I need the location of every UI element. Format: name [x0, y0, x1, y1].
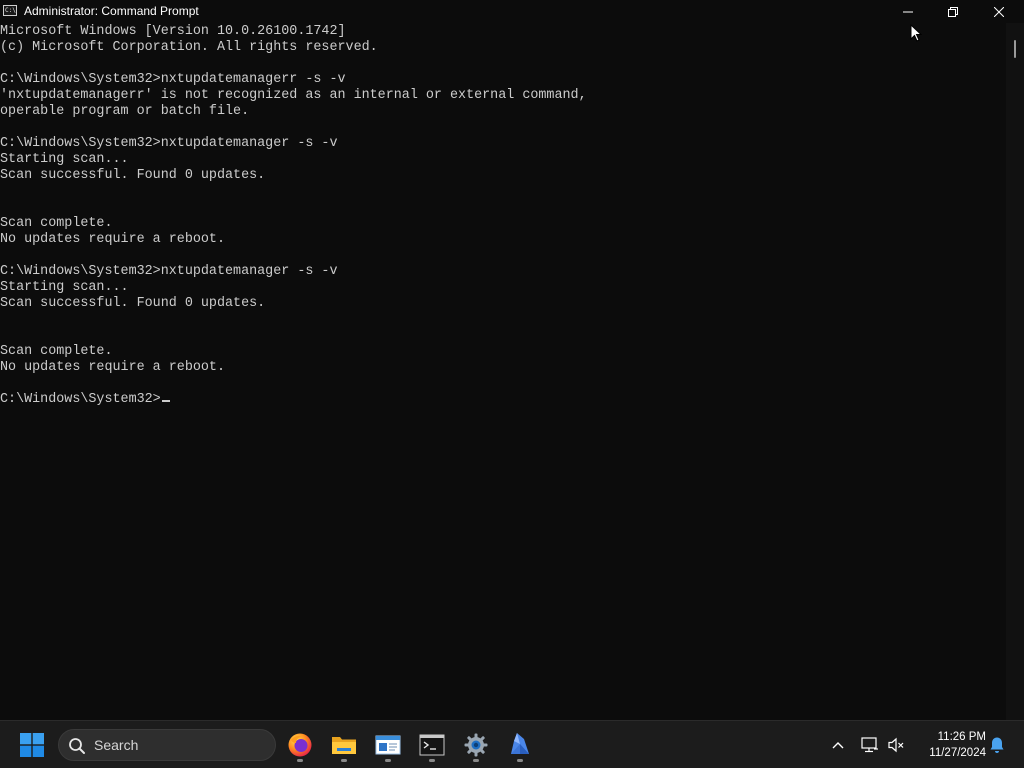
window-title: Administrator: Command Prompt: [24, 4, 199, 18]
scrollbar-thumb[interactable]: [1014, 40, 1016, 58]
close-icon: [993, 6, 1004, 17]
console-line: C:\Windows\System32>nxtupdatemanagerr -s…: [0, 72, 346, 87]
taskbar-command-prompt[interactable]: [412, 725, 452, 765]
console-line: No updates require a reboot.: [0, 360, 225, 375]
close-button[interactable]: [976, 0, 1021, 23]
clock-date: 11/27/2024: [929, 747, 986, 759]
taskbar-file-explorer[interactable]: [324, 725, 364, 765]
chevron-up-icon: [832, 742, 844, 749]
minimize-icon: [902, 11, 913, 12]
mouse-pointer-icon: [910, 23, 923, 47]
console-line: Scan successful. Found 0 updates.: [0, 168, 266, 183]
console-line: C:\Windows\System32>nxtupdatemanager -s …: [0, 136, 338, 151]
start-button[interactable]: [12, 725, 52, 765]
title-bar[interactable]: C:\ Administrator: Command Prompt: [0, 0, 1024, 23]
console-line: Scan complete.: [0, 344, 113, 359]
maximize-button[interactable]: [930, 0, 975, 23]
clock-time: 11:26 PM: [937, 731, 986, 743]
console-line: Starting scan...: [0, 152, 129, 167]
console-line: Scan complete.: [0, 216, 113, 231]
taskbar-search-box[interactable]: Search: [58, 729, 276, 761]
show-hidden-icons-button[interactable]: [826, 733, 850, 757]
taskbar-settings[interactable]: [456, 725, 496, 765]
network-icon: [861, 737, 878, 753]
console-line: C:\Windows\System32>nxtupdatemanager -s …: [0, 264, 338, 279]
console-line: 'nxtupdatemanagerr' is not recognized as…: [0, 88, 587, 103]
volume-button[interactable]: [885, 734, 907, 756]
crystal-icon: [511, 733, 529, 754]
running-indicator: [473, 759, 479, 762]
command-prompt-line[interactable]: C:\Windows\System32>: [0, 392, 170, 408]
terminal-icon: [419, 734, 445, 756]
running-indicator: [429, 759, 435, 762]
running-indicator: [385, 759, 391, 762]
prompt-text: C:\Windows\System32>: [0, 392, 161, 407]
running-indicator: [341, 759, 347, 762]
taskbar: Search 11:26 PM 11/27/2024: [0, 720, 1024, 768]
console-line: (c) Microsoft Corporation. All rights re…: [0, 40, 378, 55]
search-icon: [69, 738, 85, 754]
console-output[interactable]: Microsoft Windows [Version 10.0.26100.17…: [0, 23, 1006, 720]
taskbar-firefox[interactable]: [280, 725, 320, 765]
network-button[interactable]: [859, 734, 881, 756]
console-line: Microsoft Windows [Version 10.0.26100.17…: [0, 24, 346, 39]
vertical-scrollbar[interactable]: [1006, 23, 1024, 720]
console-line: operable program or batch file.: [0, 104, 250, 119]
command-prompt-app-icon[interactable]: C:\: [3, 5, 17, 16]
minimize-button[interactable]: [885, 0, 930, 23]
notifications-button[interactable]: [986, 734, 1008, 756]
firefox-icon: [288, 733, 312, 757]
taskbar-app[interactable]: [500, 725, 540, 765]
running-indicator: [517, 759, 523, 762]
folder-icon: [332, 737, 356, 754]
taskbar-notepad[interactable]: [368, 725, 408, 765]
gear-icon: [464, 733, 488, 757]
search-label: Search: [94, 737, 139, 753]
windows-logo-icon: [20, 733, 44, 757]
volume-muted-icon: [888, 737, 904, 753]
bell-icon: [990, 737, 1004, 753]
system-clock[interactable]: 11:26 PM 11/27/2024: [912, 729, 986, 761]
restore-icon: [947, 6, 958, 17]
running-indicator: [297, 759, 303, 762]
console-line: Scan successful. Found 0 updates.: [0, 296, 266, 311]
notepad-icon: [375, 735, 401, 755]
console-line: Starting scan...: [0, 280, 129, 295]
console-line: No updates require a reboot.: [0, 232, 225, 247]
text-cursor: [161, 400, 170, 402]
